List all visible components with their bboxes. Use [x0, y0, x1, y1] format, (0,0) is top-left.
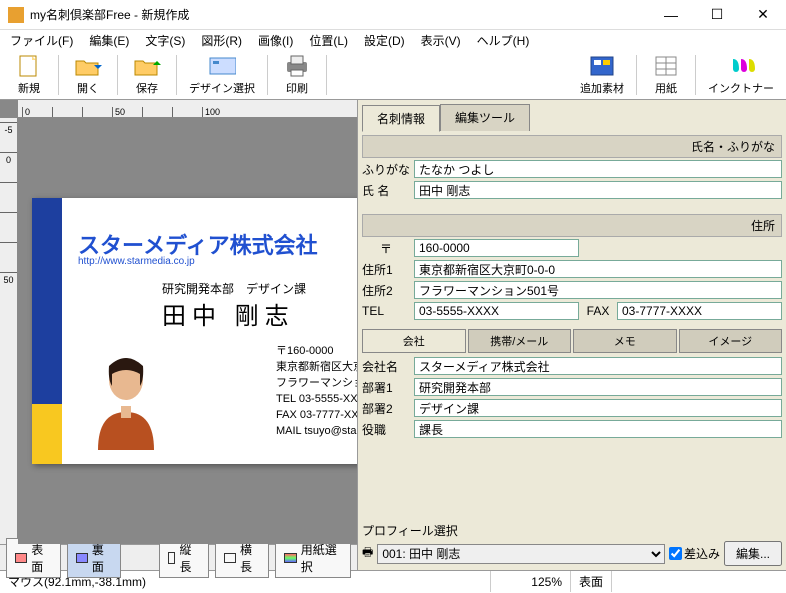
canvas-tabs: 表面 裏面 縦長 横長 用紙選択: [0, 544, 357, 570]
subtab-mobile[interactable]: 携帯/メール: [468, 329, 572, 353]
right-panel: 名刺情報 編集ツール 氏名・ふりがな ふりがな 氏 名 住所 〒 住所1 住所2…: [357, 100, 786, 570]
open-button[interactable]: 開く: [63, 52, 113, 98]
dept2-input[interactable]: [414, 399, 782, 417]
menu-position[interactable]: 位置(L): [303, 30, 354, 51]
role-input[interactable]: [414, 420, 782, 438]
addr1-input[interactable]: [414, 260, 782, 278]
app-icon: [8, 7, 24, 23]
window-title: my名刺倶楽部Free - 新規作成: [30, 6, 648, 23]
menu-help[interactable]: ヘルプ(H): [471, 30, 536, 51]
menu-view[interactable]: 表示(V): [415, 30, 467, 51]
toolbar: 新規 開く 保存 デザイン選択 印刷 追加素材 用紙 インクトナー: [0, 50, 786, 100]
name-input[interactable]: [414, 181, 782, 199]
subtab-image[interactable]: イメージ: [679, 329, 783, 353]
new-button[interactable]: 新規: [4, 52, 54, 98]
menu-edit[interactable]: 編集(E): [83, 30, 135, 51]
print-button[interactable]: 印刷: [272, 52, 322, 98]
subtab-memo[interactable]: メモ: [573, 329, 677, 353]
printer-icon: 🖶: [362, 543, 373, 564]
dept1-input[interactable]: [414, 378, 782, 396]
minimize-button[interactable]: —: [648, 0, 694, 30]
furigana-input[interactable]: [414, 160, 782, 178]
section-address: 住所: [362, 214, 782, 237]
card-blue-stripe: [32, 198, 62, 404]
canvas-area: 050100 -5050 スターメディア株式会社 http://www.star…: [0, 100, 357, 570]
close-button[interactable]: ✕: [740, 0, 786, 30]
card-yellow-stripe: [32, 404, 62, 464]
menu-file[interactable]: ファイル(F): [4, 30, 79, 51]
status-surface: 表面: [571, 571, 612, 592]
card-dept: 研究開発本部 デザイン課: [162, 280, 306, 297]
ruler-vertical: -5050: [0, 118, 18, 544]
canvas[interactable]: スターメディア株式会社 http://www.starmedia.co.jp 研…: [18, 118, 357, 544]
edit-button[interactable]: 編集...: [724, 541, 782, 566]
addr2-input[interactable]: [414, 281, 782, 299]
postal-input[interactable]: [414, 239, 579, 257]
section-name: 氏名・ふりがな: [362, 135, 782, 158]
menu-bar: ファイル(F) 編集(E) 文字(S) 図形(R) 画像(I) 位置(L) 設定…: [0, 30, 786, 50]
menu-shape[interactable]: 図形(R): [195, 30, 248, 51]
maximize-button[interactable]: ☐: [694, 0, 740, 30]
company-input[interactable]: [414, 357, 782, 375]
fax-input[interactable]: [617, 302, 782, 320]
menu-setting[interactable]: 設定(D): [358, 30, 411, 51]
tel-input[interactable]: [414, 302, 579, 320]
card-url: http://www.starmedia.co.jp: [78, 256, 195, 267]
menu-text[interactable]: 文字(S): [139, 30, 191, 51]
ruler-horizontal: 050100: [18, 100, 357, 118]
tab-edit-tools[interactable]: 編集ツール: [440, 104, 530, 131]
business-card[interactable]: スターメディア株式会社 http://www.starmedia.co.jp 研…: [32, 198, 357, 464]
material-button[interactable]: 追加素材: [572, 52, 632, 98]
subtab-company[interactable]: 会社: [362, 329, 466, 353]
profile-select-area: プロフィール選択 🖶 001: 田中 剛志 差込み 編集...: [362, 522, 782, 566]
ink-button[interactable]: インクトナー: [700, 52, 782, 98]
card-photo: [86, 346, 166, 450]
card-name: 田中 剛志: [162, 296, 295, 331]
profile-select[interactable]: 001: 田中 剛志: [377, 544, 665, 564]
design-button[interactable]: デザイン選択: [181, 52, 263, 98]
menu-image[interactable]: 画像(I): [252, 30, 299, 51]
status-zoom: 125%: [491, 571, 571, 592]
paper-button[interactable]: 用紙: [641, 52, 691, 98]
tab-card-info[interactable]: 名刺情報: [362, 105, 440, 132]
card-address: 〒160-0000 東京都新宿区大京町0-0-0 フラワーマンション501号 T…: [276, 343, 357, 439]
save-button[interactable]: 保存: [122, 52, 172, 98]
insert-checkbox[interactable]: 差込み: [669, 545, 720, 562]
